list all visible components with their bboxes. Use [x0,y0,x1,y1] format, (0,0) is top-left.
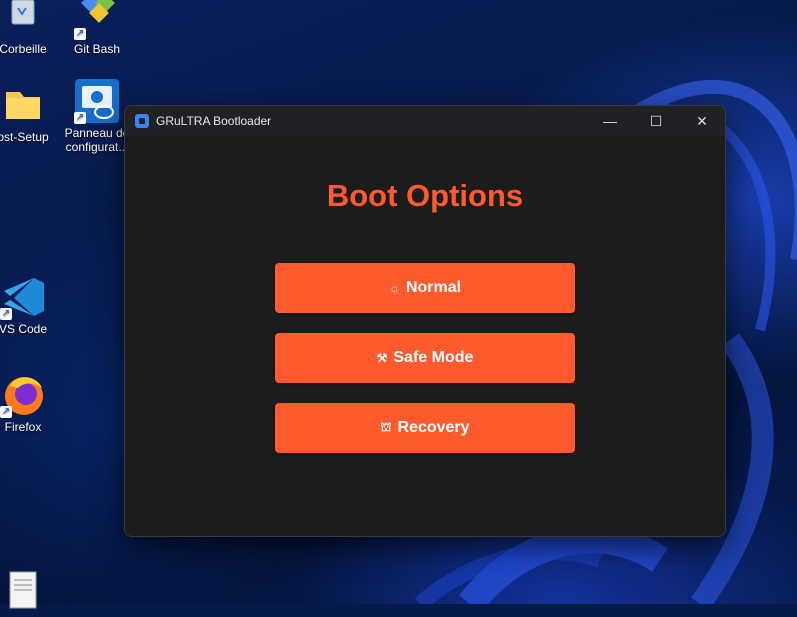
safe-mode-button[interactable]: ⚒ Safe Mode [275,333,575,383]
shortcut-arrow-icon: ↗ [74,112,86,124]
minimize-icon: — [603,113,617,129]
git-bash-icon: ↗ [74,0,120,40]
sun-icon: ☼ [388,281,400,295]
desktop-icon-label: ost-Setup [0,130,49,144]
desktop-icon-intel-panel[interactable]: ↗ Panneau de configurat... [62,78,132,154]
recovery-button[interactable]: ⛫ Recovery [275,403,575,453]
button-label: Safe Mode [393,349,474,366]
tools-icon: ⚒ [376,351,388,365]
document-icon [0,568,46,614]
desktop-icon-label: Panneau de configurat... [64,126,130,154]
desktop-icon-git-bash[interactable]: ↗ Git Bash [62,0,132,56]
minimize-button[interactable]: — [587,106,633,136]
desktop-icon-recycle-bin[interactable]: Corbeille [0,0,58,56]
desktop-icon-vscode[interactable]: ↗ VS Code [0,274,58,336]
bootloader-window: GRuLTRA Bootloader — ☐ ✕ Boot Options ☼ … [124,105,726,537]
window-content: Boot Options ☼ Normal ⚒ Safe Mode ⛫ Reco… [125,136,725,536]
recycle-bin-icon [0,0,46,40]
button-label: Recovery [397,419,470,436]
desktop-icon-folder[interactable]: ost-Setup [0,82,58,144]
desktop-icon-label: VS Code [0,322,48,336]
folder-icon [0,82,46,128]
shortcut-arrow-icon: ↗ [0,406,12,418]
firefox-icon: ↗ [0,372,46,418]
shortcut-arrow-icon: ↗ [0,308,12,320]
normal-boot-button[interactable]: ☼ Normal [275,263,575,313]
maximize-icon: ☐ [649,112,663,129]
window-titlebar[interactable]: GRuLTRA Bootloader — ☐ ✕ [125,106,725,136]
close-button[interactable]: ✕ [679,106,725,136]
desktop-icon-label: Git Bash [73,42,121,56]
button-label: Normal [405,279,462,296]
intel-control-panel-icon: ↗ [74,78,120,124]
app-icon [135,114,149,128]
page-title: Boot Options [326,178,524,213]
recovery-icon: ⛫ [380,420,392,434]
vscode-icon: ↗ [0,274,46,320]
shortcut-arrow-icon: ↗ [74,28,86,40]
desktop-icon-label: Firefox [4,420,42,434]
desktop-icon-document[interactable] [0,568,58,616]
desktop-icon-firefox[interactable]: ↗ Firefox [0,372,58,434]
maximize-button[interactable]: ☐ [633,106,679,136]
close-icon: ✕ [696,112,708,129]
window-title: GRuLTRA Bootloader [156,114,272,128]
desktop-icon-label: Corbeille [0,42,47,56]
